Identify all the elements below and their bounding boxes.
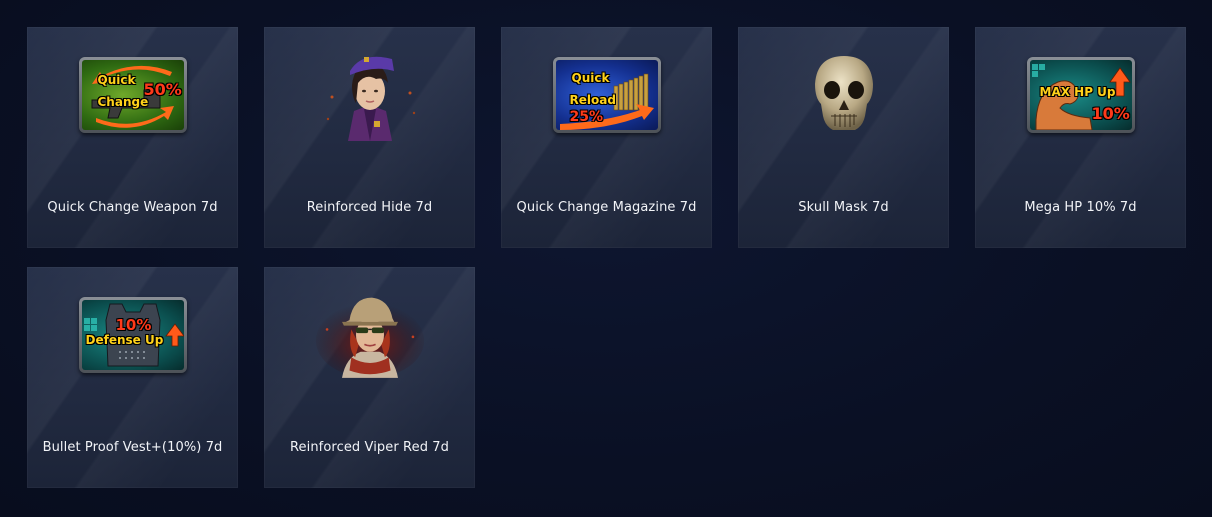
item-card-reinforced-viper-red[interactable]: Reinforced Viper Red 7d	[264, 267, 475, 488]
quick-change-weapon-icon: Quick Change 50%	[77, 54, 189, 136]
badge-value: 50%	[143, 80, 182, 99]
item-card-quick-change-weapon[interactable]: Quick Change 50% Quick Change Weapon 7d	[27, 27, 238, 248]
max-hp-up-icon: MAX HP Up 10%	[1025, 54, 1137, 136]
item-grid: Quick Change 50% Quick Change Weapon 7d	[27, 27, 1187, 488]
item-label: Reinforced Hide 7d	[306, 200, 433, 215]
item-card-skull-mask[interactable]: Skull Mask 7d	[738, 27, 949, 248]
skull-mask-icon	[788, 54, 900, 136]
badge-line1: Defense Up	[85, 333, 164, 347]
character-portrait-icon	[314, 294, 426, 378]
badge-line1: MAX HP Up	[1039, 85, 1116, 99]
badge-value: 10%	[115, 316, 152, 334]
item-card-bullet-proof-vest[interactable]: 10% Defense Up Bullet Proof Vest+(10%) 7…	[27, 267, 238, 488]
badge-line2: Reload	[569, 93, 616, 107]
badge-line1: Quick	[571, 71, 610, 85]
item-card-reinforced-hide[interactable]: Reinforced Hide 7d	[264, 27, 475, 248]
badge-value: 10%	[1091, 104, 1130, 123]
item-label: Bullet Proof Vest+(10%) 7d	[42, 440, 223, 455]
defense-up-icon: 10% Defense Up	[77, 294, 189, 376]
badge-line2: Change	[97, 95, 149, 109]
quick-reload-icon: Quick Reload 25%	[551, 54, 663, 136]
item-card-quick-change-magazine[interactable]: Quick Reload 25% Quick Change Magazine 7…	[501, 27, 712, 248]
character-portrait-icon	[314, 54, 426, 141]
badge-line1: Quick	[97, 73, 136, 87]
item-label: Mega HP 10% 7d	[1024, 200, 1137, 215]
item-label: Quick Change Magazine 7d	[516, 200, 697, 215]
item-label: Reinforced Viper Red 7d	[289, 440, 450, 455]
item-label: Skull Mask 7d	[798, 200, 889, 215]
item-card-mega-hp[interactable]: MAX HP Up 10% Mega HP 10% 7d	[975, 27, 1186, 248]
badge-value: 25%	[569, 109, 604, 125]
item-label: Quick Change Weapon 7d	[47, 200, 218, 215]
